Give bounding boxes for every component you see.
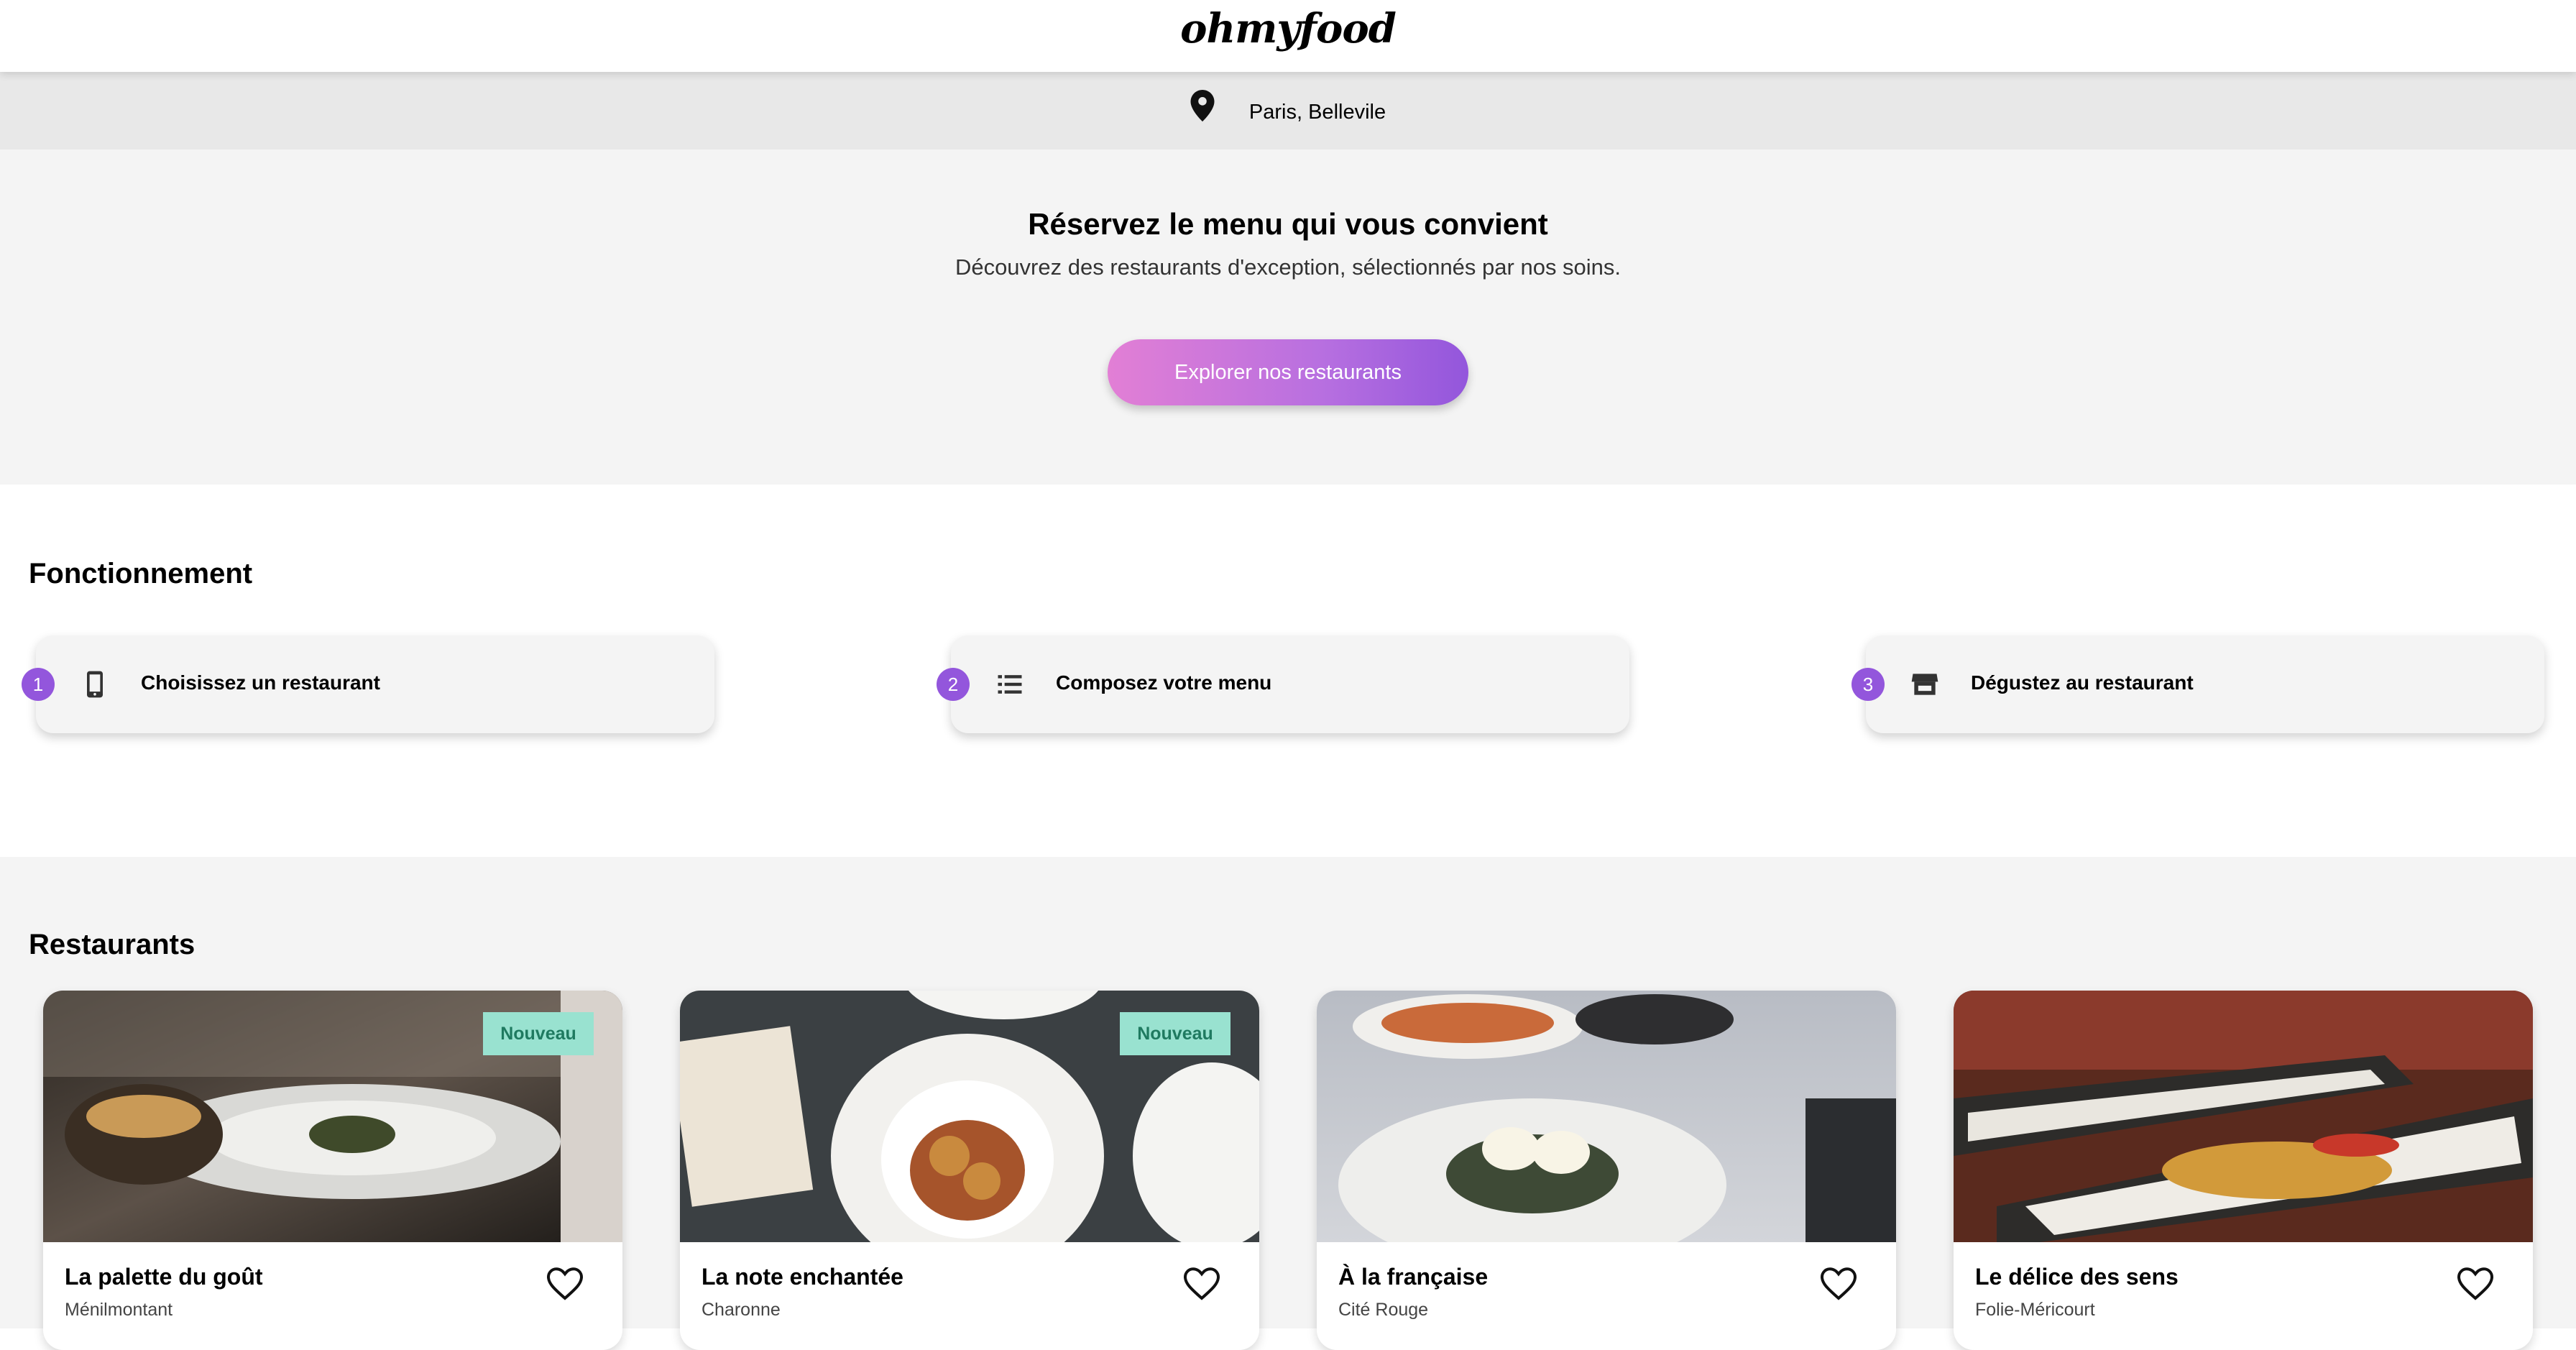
step-number: 1	[22, 668, 55, 701]
hero-section: Réservez le menu qui vous convient Décou…	[0, 150, 2576, 485]
restaurant-name: La note enchantée	[702, 1264, 903, 1290]
step-label: Choisissez un restaurant	[141, 671, 380, 694]
new-badge: Nouveau	[1120, 1012, 1230, 1055]
location-bar: Paris, Bellevile	[0, 72, 2576, 150]
step-card-2: 2 Composez votre menu	[937, 635, 1629, 733]
new-badge: Nouveau	[483, 1012, 594, 1055]
location-pin-icon	[1190, 90, 1215, 121]
heart-icon[interactable]	[1183, 1267, 1220, 1301]
site-logo[interactable]: ohmyfood	[1180, 5, 1397, 52]
step-card-1: 1 Choisissez un restaurant	[22, 635, 714, 733]
restaurant-card[interactable]: À la française Cité Rouge	[1317, 991, 1896, 1350]
how-it-works-section: Fonctionnement 1 Choisissez un restauran…	[0, 485, 2576, 857]
step-number: 2	[937, 668, 970, 701]
restaurant-photo	[1954, 991, 2533, 1242]
explore-restaurants-button[interactable]: Explorer nos restaurants	[1108, 339, 1468, 405]
restaurant-name: Le délice des sens	[1975, 1264, 2179, 1290]
heart-icon[interactable]	[2457, 1267, 2494, 1301]
list-icon	[998, 675, 1022, 694]
heart-icon[interactable]	[546, 1267, 584, 1301]
location-text: Paris, Bellevile	[1248, 100, 1386, 124]
smartphone-icon	[87, 671, 103, 698]
step-label: Dégustez au restaurant	[1971, 671, 2194, 694]
restaurants-section: Restaurants Nouveau La palette du goût M…	[0, 857, 2576, 1350]
restaurant-area: Cité Rouge	[1338, 1300, 1429, 1320]
restaurant-name: La palette du goût	[65, 1264, 263, 1290]
heart-icon[interactable]	[1820, 1267, 1857, 1301]
restaurant-photo	[1317, 991, 1896, 1242]
restaurant-area: Ménilmontant	[65, 1300, 173, 1320]
restaurant-name: À la française	[1338, 1264, 1489, 1290]
step-card-3: 3 Dégustez au restaurant	[1852, 635, 2544, 733]
step-label: Composez votre menu	[1056, 671, 1272, 694]
how-it-works-title: Fonctionnement	[29, 558, 253, 589]
restaurant-area: Charonne	[702, 1300, 781, 1320]
hero-title: Réservez le menu qui vous convient	[1028, 207, 1548, 241]
hero-subtitle: Découvrez des restaurants d'exception, s…	[954, 254, 1622, 280]
site-header: ohmyfood	[0, 0, 2576, 72]
restaurant-card[interactable]: Nouveau La palette du goût Ménilmontant	[43, 991, 622, 1350]
step-number: 3	[1852, 668, 1885, 701]
restaurant-area: Folie-Méricourt	[1975, 1300, 2095, 1320]
restaurants-title: Restaurants	[29, 929, 196, 960]
store-icon	[1911, 674, 1938, 695]
restaurant-card[interactable]: Nouveau La note enchantée Charonne	[680, 991, 1259, 1350]
restaurant-card[interactable]: Le délice des sens Folie-Méricourt	[1954, 991, 2533, 1350]
